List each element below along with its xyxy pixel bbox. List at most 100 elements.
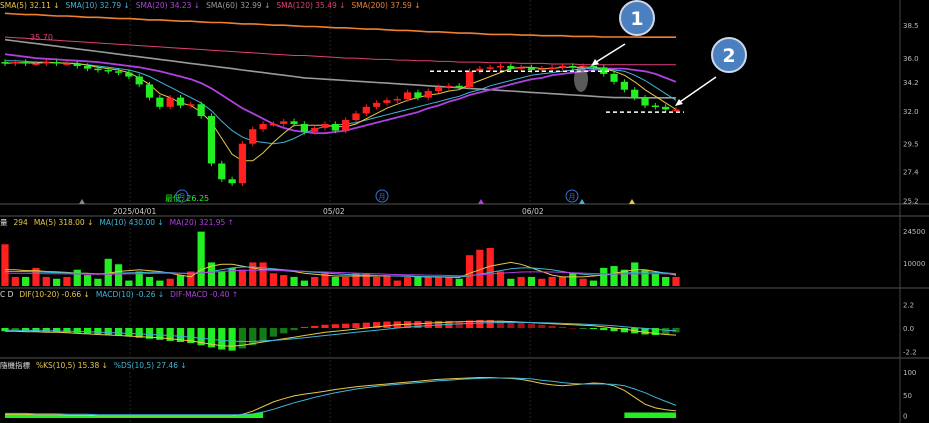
date-label: 05/02 xyxy=(323,207,345,216)
event-triangle-marker xyxy=(579,199,585,204)
legend-item: MA(10) 430.00 ↓ xyxy=(99,218,164,227)
kd-tick-label: 100 xyxy=(903,369,916,377)
event-triangle-marker xyxy=(478,199,484,204)
volume-bar xyxy=(176,275,185,286)
volume-bar xyxy=(300,280,308,286)
price-tick-label: 32.0 xyxy=(903,108,919,116)
volume-bar xyxy=(527,276,536,286)
volume-bar xyxy=(290,276,298,286)
legend-item: DIF(10-20) -0.66 ↓ xyxy=(19,290,90,299)
volume-bar xyxy=(145,276,154,286)
macd-tick-label: -2.2 xyxy=(903,349,917,357)
candle-body xyxy=(22,62,30,64)
candle-body xyxy=(321,123,329,128)
macd-osc-bar xyxy=(517,322,525,328)
legend-item: MA(5) 318.00 ↓ xyxy=(33,218,94,227)
macd-osc-bar xyxy=(383,321,391,328)
price-tick-label: 25.2 xyxy=(903,197,919,205)
volume-bar xyxy=(259,262,267,286)
volume-bar xyxy=(331,276,339,286)
candle-body xyxy=(414,92,422,98)
volume-bar xyxy=(517,276,525,286)
candle-body xyxy=(383,100,391,103)
candle-body xyxy=(269,123,278,126)
volume-bar xyxy=(197,231,205,286)
candle-body xyxy=(156,97,164,107)
arrow-1-line xyxy=(592,43,626,65)
volume-bar xyxy=(610,266,618,286)
volume-bar xyxy=(269,273,278,286)
legend-item: C D xyxy=(0,290,14,299)
marker-1: 1 xyxy=(630,8,643,30)
macd-osc-bar xyxy=(342,323,350,328)
candle-body xyxy=(620,81,628,90)
volume-bar xyxy=(507,278,515,286)
date-label: 06/02 xyxy=(522,207,544,216)
sma200-line xyxy=(4,12,676,38)
volume-bar xyxy=(373,276,381,286)
macd-osc-bar xyxy=(228,328,236,351)
volume-bar xyxy=(476,249,484,286)
candle-body xyxy=(187,104,195,106)
candle-body xyxy=(651,105,659,108)
volume-bar xyxy=(311,276,319,286)
volume-bar xyxy=(589,280,598,286)
volume-bar xyxy=(383,275,391,286)
legend-item: SMA(200) 37.59 ↓ xyxy=(351,1,421,10)
volume-bar xyxy=(83,275,92,286)
candle-body xyxy=(207,116,216,164)
volume-bar xyxy=(424,276,432,286)
legend-item: SMA(20) 34.23 ↓ xyxy=(135,1,201,10)
macd-osc-bar xyxy=(269,328,278,337)
volume-bar xyxy=(414,276,422,286)
volume-bar xyxy=(73,269,81,286)
volume-bar xyxy=(238,269,247,286)
kd-oversold-fill-right xyxy=(624,412,676,418)
volume-bar xyxy=(94,278,102,286)
macd-osc-bar xyxy=(527,323,536,328)
candle-body xyxy=(1,62,9,64)
candle-body xyxy=(135,76,143,85)
candle-body xyxy=(507,66,515,69)
macd-osc-bar xyxy=(569,328,577,329)
candle-body xyxy=(11,62,19,64)
macd-osc-bar xyxy=(114,328,123,336)
volume-bar xyxy=(434,276,443,286)
volume-bar xyxy=(569,273,577,286)
month-badge: 月 xyxy=(379,193,386,201)
macd-osc-bar xyxy=(259,328,267,341)
macd-osc-bar xyxy=(249,328,257,346)
legend-item: %KS(10,5) 15.38 ↓ xyxy=(36,361,108,370)
candle-body xyxy=(610,73,618,82)
macd-osc-bar xyxy=(362,322,370,328)
macd-tick-label: 0.0 xyxy=(903,325,914,333)
macd-osc-bar xyxy=(125,328,133,337)
price-tick-label: 36.0 xyxy=(903,55,919,63)
volume-bar xyxy=(445,276,453,286)
candle-body xyxy=(434,87,443,92)
candle-body xyxy=(104,69,112,72)
candle-body xyxy=(280,121,288,124)
candle-body xyxy=(249,129,257,144)
macd-tick-label: 2.2 xyxy=(903,301,914,309)
candle-body xyxy=(569,66,577,68)
legend-item: SMA(10) 32.79 ↓ xyxy=(65,1,130,10)
volume-tick-label: 24500 xyxy=(903,228,925,236)
event-triangle-marker xyxy=(79,199,85,204)
volume-bar xyxy=(579,278,587,286)
candle-body xyxy=(228,179,236,184)
candle-body xyxy=(238,143,247,184)
price-tick-label: 29.5 xyxy=(903,141,919,149)
macd-osc-bar xyxy=(600,328,608,331)
candle-body xyxy=(662,106,670,110)
candle-body xyxy=(300,123,308,132)
macd-osc-bar xyxy=(548,325,556,328)
volume-bar xyxy=(1,244,9,286)
candle-body xyxy=(445,85,453,88)
candle-body xyxy=(548,67,556,69)
volume-bar xyxy=(403,276,412,286)
month-badge: 月 xyxy=(569,193,576,201)
volume-bar xyxy=(249,262,257,286)
legend-item: %DS(10,5) 27.46 ↓ xyxy=(113,361,187,370)
candle-body xyxy=(145,84,154,98)
